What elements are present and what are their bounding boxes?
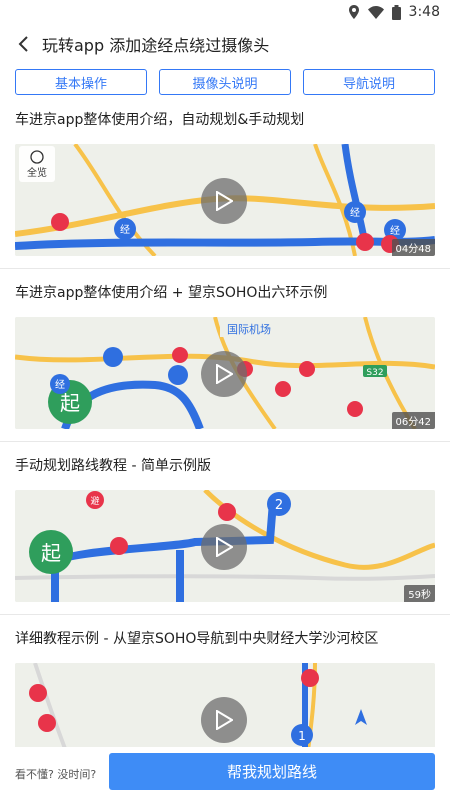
overview-button[interactable]: 全览 bbox=[19, 146, 55, 182]
plan-route-button[interactable]: 帮我规划路线 bbox=[109, 753, 435, 790]
tab-navigation-info[interactable]: 导航说明 bbox=[303, 69, 435, 95]
map-label-start: 起 bbox=[41, 541, 61, 565]
tab-basic-operation[interactable]: 基本操作 bbox=[15, 69, 147, 95]
play-icon[interactable] bbox=[201, 697, 247, 743]
title-bar: 玩转app 添加途经点绕过摄像头 bbox=[0, 24, 450, 64]
video-item[interactable]: 车进京app整体使用介绍，自动规划&手动规划 经 经 经 全览 04分48 bbox=[0, 96, 450, 269]
play-icon[interactable] bbox=[201, 351, 247, 397]
video-duration: 59秒 bbox=[404, 585, 435, 602]
status-time: 3:48 bbox=[408, 4, 440, 20]
wifi-icon bbox=[367, 5, 384, 19]
bottom-bar: 看不懂? 没时间? 帮我规划路线 bbox=[0, 747, 450, 800]
video-thumbnail[interactable]: 经 经 经 全览 04分48 bbox=[15, 144, 435, 256]
video-list: 车进京app整体使用介绍，自动规划&手动规划 经 经 经 全览 04分48 车进… bbox=[0, 96, 450, 787]
map-label-waypoint-1: 1 bbox=[298, 729, 306, 743]
video-title: 手动规划路线教程 - 简单示例版 bbox=[15, 458, 211, 474]
overview-icon bbox=[30, 149, 44, 164]
video-thumbnail[interactable]: 国际机场 S32 起 经 06分42 bbox=[15, 317, 435, 429]
map-label-start: 起 bbox=[60, 391, 80, 415]
video-title: 详细教程示例 - 从望京SOHO导航到中央财经大学沙河校区 bbox=[15, 631, 379, 647]
map-label-airport: 国际机场 bbox=[227, 322, 271, 336]
video-item[interactable]: 车进京app整体使用介绍 + 望京SOHO出六环示例 国际机场 S32 起 经 bbox=[0, 269, 450, 442]
play-icon[interactable] bbox=[201, 178, 247, 224]
map-label-avoid: 避 bbox=[90, 495, 99, 507]
overview-label: 全览 bbox=[27, 167, 47, 179]
help-text: 看不懂? 没时间? bbox=[15, 767, 97, 781]
play-icon[interactable] bbox=[201, 524, 247, 570]
svg-text:经: 经 bbox=[350, 206, 360, 219]
map-label-waypoint: 经 bbox=[55, 378, 65, 391]
svg-text:经: 经 bbox=[120, 223, 130, 236]
video-title: 车进京app整体使用介绍，自动规划&手动规划 bbox=[15, 112, 305, 128]
video-item[interactable]: 手动规划路线教程 - 简单示例版 起 2 避 59秒 bbox=[0, 442, 450, 615]
video-title: 车进京app整体使用介绍 + 望京SOHO出六环示例 bbox=[15, 285, 328, 301]
svg-text:经: 经 bbox=[390, 224, 400, 237]
status-bar: 3:48 bbox=[0, 0, 450, 24]
video-duration: 04分48 bbox=[391, 239, 435, 256]
video-duration: 06分42 bbox=[391, 412, 435, 429]
location-icon bbox=[348, 5, 360, 19]
tab-bar: 基本操作 摄像头说明 导航说明 bbox=[0, 64, 450, 95]
video-thumbnail[interactable]: 起 2 避 59秒 bbox=[15, 490, 435, 602]
back-arrow-icon[interactable] bbox=[12, 33, 34, 55]
map-label-waypoint-2: 2 bbox=[275, 498, 283, 513]
tab-camera-info[interactable]: 摄像头说明 bbox=[159, 69, 291, 95]
map-label-road: S32 bbox=[366, 368, 383, 378]
battery-icon bbox=[391, 4, 401, 20]
page-title: 玩转app 添加途经点绕过摄像头 bbox=[42, 36, 270, 55]
